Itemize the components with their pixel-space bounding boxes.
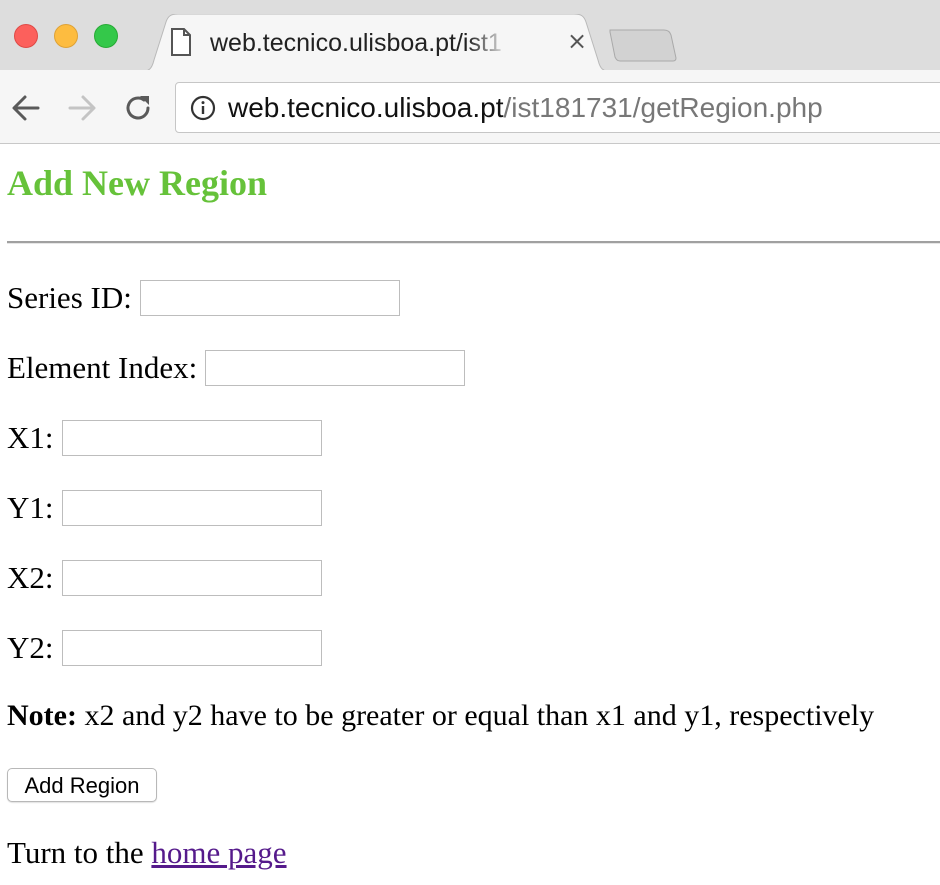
page-content: Add New Region Series ID: Element Index:… <box>0 145 940 885</box>
series-id-row: Series ID: <box>7 279 400 317</box>
footer-text: Turn to the <box>7 835 152 870</box>
element-index-row: Element Index: <box>7 349 466 387</box>
note-text: Note: x2 and y2 have to be greater or eq… <box>7 697 874 735</box>
divider <box>7 241 940 244</box>
home-page-link[interactable]: home page <box>151 835 286 870</box>
url-host: web.tecnico.ulisboa.pt <box>228 92 504 123</box>
tab-title-fade <box>468 24 508 60</box>
series-id-input[interactable] <box>139 280 400 316</box>
close-window-button[interactable] <box>14 24 38 48</box>
x1-label: X1: <box>7 420 54 455</box>
tab-active[interactable]: web.tecnico.ulisboa.pt/ist181731/getRegi… <box>138 14 614 72</box>
element-index-label: Element Index: <box>7 350 198 385</box>
x2-input[interactable] <box>61 560 322 596</box>
back-arrow-icon[interactable] <box>10 92 42 124</box>
series-id-label: Series ID: <box>7 280 132 315</box>
y2-input[interactable] <box>61 630 322 666</box>
y1-input[interactable] <box>61 490 322 526</box>
x2-label: X2: <box>7 560 54 595</box>
browser-toolbar: web.tecnico.ulisboa.pt/ist181731/getRegi… <box>0 70 940 144</box>
y2-row: Y2: <box>7 629 322 667</box>
close-tab-icon[interactable]: × <box>564 26 590 56</box>
page-title: Add New Region <box>7 163 268 203</box>
add-region-button[interactable]: Add Region <box>7 768 157 802</box>
zoom-window-button[interactable] <box>94 24 118 48</box>
element-index-input[interactable] <box>205 350 466 386</box>
minimize-window-button[interactable] <box>54 24 78 48</box>
note-label: Note: <box>7 699 77 732</box>
tab-title: web.tecnico.ulisboa.pt/ist181731/getRegi… <box>210 29 502 57</box>
address-bar[interactable]: web.tecnico.ulisboa.pt/ist181731/getRegi… <box>175 82 940 133</box>
x1-input[interactable] <box>61 420 322 456</box>
y1-row: Y1: <box>7 489 322 527</box>
url-text[interactable]: web.tecnico.ulisboa.pt/ist181731/getRegi… <box>228 92 823 124</box>
forward-arrow-icon[interactable] <box>66 92 98 124</box>
y1-label: Y1: <box>7 490 54 525</box>
url-path: /ist181731/getRegion.php <box>503 92 823 123</box>
tab-strip: web.tecnico.ulisboa.pt/ist181731/getRegi… <box>0 0 940 72</box>
reload-icon[interactable] <box>122 92 154 124</box>
new-tab-button[interactable] <box>608 28 678 67</box>
x2-row: X2: <box>7 559 322 597</box>
x1-row: X1: <box>7 419 322 457</box>
note-body: x2 and y2 have to be greater or equal th… <box>76 699 875 732</box>
y2-label: Y2: <box>7 630 54 665</box>
info-icon[interactable] <box>190 95 216 126</box>
footer-line: Turn to the home page <box>7 833 287 873</box>
